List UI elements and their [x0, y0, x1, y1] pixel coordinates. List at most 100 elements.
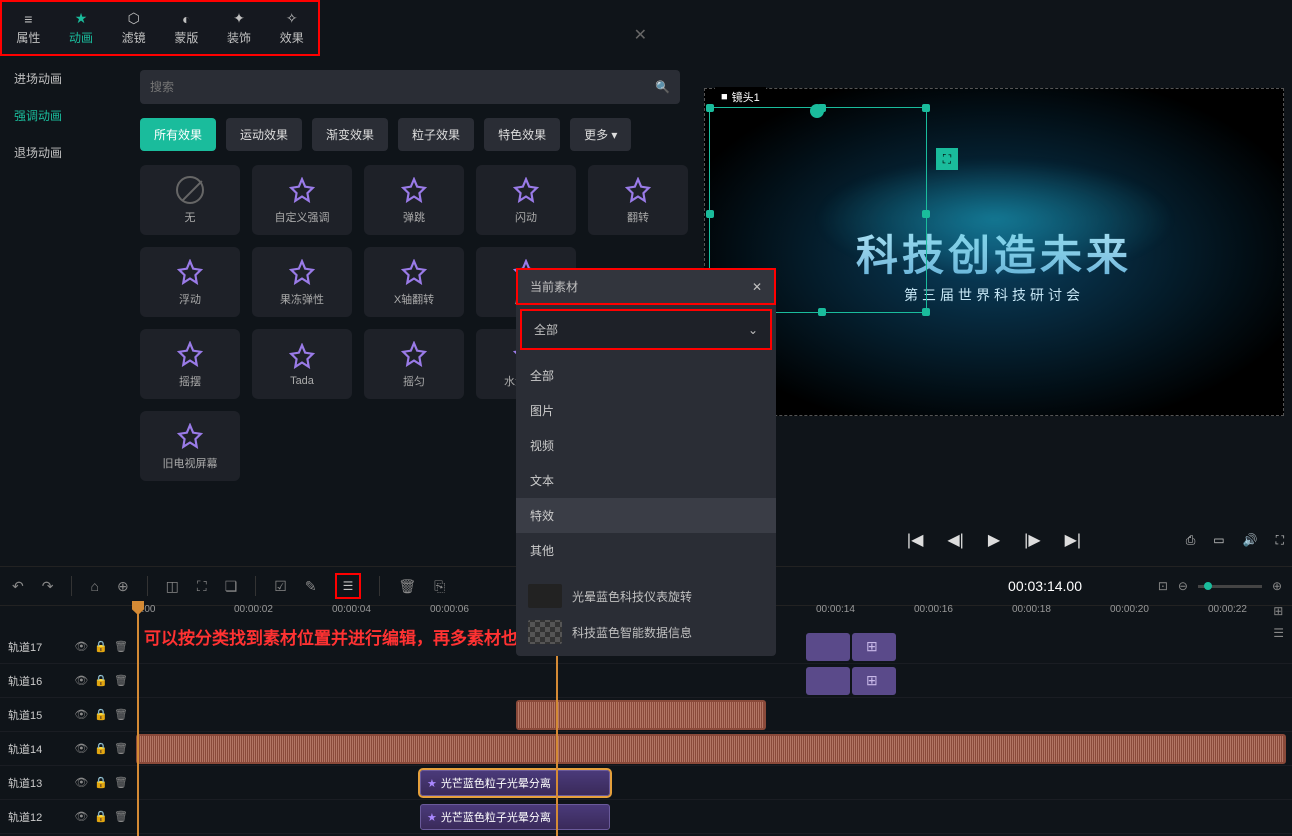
- trash-icon[interactable]: 🗑: [114, 776, 128, 789]
- trash-icon[interactable]: 🗑: [114, 810, 128, 823]
- zoom-out-icon[interactable]: ⊖: [1178, 579, 1188, 593]
- play-icon[interactable]: ▶: [988, 530, 1000, 550]
- result-row[interactable]: 光晕蓝色科技仪表旋转: [516, 578, 776, 614]
- edit-icon[interactable]: ✎: [305, 578, 317, 595]
- effect-item[interactable]: 浮动: [140, 247, 240, 317]
- track-body[interactable]: [136, 698, 1292, 731]
- popup-option[interactable]: 全部: [516, 358, 776, 393]
- popup-option[interactable]: 视频: [516, 428, 776, 463]
- effect-clip[interactable]: ★光芒蓝色粒子光晕分离: [420, 770, 610, 796]
- effect-item[interactable]: Tada: [252, 329, 352, 399]
- cat-exit[interactable]: 退场动画: [0, 134, 140, 171]
- check-icon[interactable]: ☑: [274, 578, 287, 595]
- eye-icon[interactable]: 👁: [74, 742, 88, 755]
- crop-tool-icon[interactable]: ⛶: [197, 578, 207, 595]
- cat-enter[interactable]: 进场动画: [0, 60, 140, 97]
- tab-animation[interactable]: ★动画: [55, 2, 108, 54]
- filter-more[interactable]: 更多 ▾: [570, 118, 631, 151]
- preview-panel[interactable]: ■ 镜头1 科技创造未来 第三届世界科技研讨会 ⛶: [704, 88, 1284, 416]
- eye-icon[interactable]: 👁: [74, 674, 88, 687]
- cat-emphasis[interactable]: 强调动画: [0, 97, 140, 134]
- clip[interactable]: [852, 667, 896, 695]
- clip[interactable]: [806, 667, 850, 695]
- trash-icon[interactable]: 🗑: [114, 708, 128, 721]
- track-body[interactable]: ★光芒蓝色粒子光晕分离: [136, 766, 1292, 799]
- tab-decor[interactable]: ✦装饰: [213, 2, 266, 54]
- effect-item[interactable]: 弹跳: [364, 165, 464, 235]
- skip-start-icon[interactable]: |◀: [907, 530, 923, 550]
- popup-option[interactable]: 文本: [516, 463, 776, 498]
- search-icon[interactable]: 🔍: [655, 80, 670, 94]
- tab-properties[interactable]: ≡属性: [2, 2, 55, 54]
- lock-icon[interactable]: 🔒: [94, 810, 108, 823]
- filter-gradient[interactable]: 渐变效果: [312, 118, 388, 151]
- filter-particle[interactable]: 粒子效果: [398, 118, 474, 151]
- zoom-in-icon[interactable]: ⊕: [1272, 579, 1282, 593]
- trash-icon[interactable]: 🗑: [114, 640, 128, 653]
- effect-item[interactable]: 无: [140, 165, 240, 235]
- volume-icon[interactable]: 🔊: [1243, 533, 1258, 548]
- eye-icon[interactable]: 👁: [74, 776, 88, 789]
- trash-icon[interactable]: 🗑: [114, 742, 128, 755]
- trash-icon[interactable]: 🗑: [114, 674, 128, 687]
- lock-icon[interactable]: 🔒: [94, 708, 108, 721]
- search-input[interactable]: [150, 80, 655, 94]
- popup-option[interactable]: 特效: [516, 498, 776, 533]
- lock-icon[interactable]: 🔒: [94, 674, 108, 687]
- layers-button[interactable]: ☰: [335, 573, 362, 599]
- filter-all[interactable]: 所有效果: [140, 118, 216, 151]
- audio-clip[interactable]: [516, 700, 766, 730]
- close-icon[interactable]: ✕: [752, 280, 762, 294]
- target-icon[interactable]: ⊕: [117, 578, 129, 595]
- effect-item[interactable]: 摇摆: [140, 329, 240, 399]
- lock-icon[interactable]: 🔒: [94, 742, 108, 755]
- effect-item[interactable]: 旧电视屏幕: [140, 411, 240, 481]
- eye-icon[interactable]: 👁: [74, 708, 88, 721]
- eye-icon[interactable]: 👁: [74, 640, 88, 653]
- split-icon[interactable]: ◫: [166, 578, 179, 595]
- track-body[interactable]: ★光芒蓝色粒子光晕分离: [136, 800, 1292, 833]
- track-body[interactable]: [136, 664, 1292, 697]
- popup-option[interactable]: 其他: [516, 533, 776, 568]
- redo-icon[interactable]: ↷: [42, 578, 54, 595]
- capture-icon[interactable]: ⎙: [1186, 533, 1196, 548]
- home-icon[interactable]: ⌂: [90, 578, 98, 594]
- clip[interactable]: [852, 633, 896, 661]
- aspect-icon[interactable]: ▭: [1213, 533, 1224, 548]
- result-row[interactable]: 科技蓝色智能数据信息: [516, 614, 776, 650]
- undo-icon[interactable]: ↶: [12, 578, 24, 595]
- fit-icon[interactable]: ⊡: [1158, 579, 1168, 593]
- tab-mask[interactable]: ◐蒙版: [160, 2, 213, 54]
- effect-item[interactable]: 闪动: [476, 165, 576, 235]
- next-frame-icon[interactable]: |▶: [1024, 530, 1040, 550]
- effect-item[interactable]: X轴翻转: [364, 247, 464, 317]
- lock-icon[interactable]: 🔒: [94, 640, 108, 653]
- delete-icon[interactable]: 🗑: [398, 578, 416, 595]
- popup-select[interactable]: 全部 ⌄: [522, 311, 770, 348]
- clip[interactable]: [806, 633, 850, 661]
- add-track-icon[interactable]: ⊞: [1273, 604, 1284, 618]
- effect-item[interactable]: 自定义强调: [252, 165, 352, 235]
- effect-clip[interactable]: ★光芒蓝色粒子光晕分离: [420, 804, 610, 830]
- lock-icon[interactable]: 🔒: [94, 776, 108, 789]
- zoom-slider[interactable]: [1198, 585, 1262, 588]
- prev-frame-icon[interactable]: ◀|: [947, 530, 963, 550]
- eye-icon[interactable]: 👁: [74, 810, 88, 823]
- group-icon[interactable]: ❏: [225, 578, 238, 595]
- effect-item[interactable]: 摇匀: [364, 329, 464, 399]
- tab-effect[interactable]: ✧效果: [265, 2, 318, 54]
- fullscreen-icon[interactable]: ⛶: [1276, 533, 1284, 548]
- filter-motion[interactable]: 运动效果: [226, 118, 302, 151]
- tab-filter[interactable]: ⬡滤镜: [107, 2, 160, 54]
- effect-item[interactable]: 翻转: [588, 165, 688, 235]
- audio-clip[interactable]: [136, 734, 1286, 764]
- crop-icon[interactable]: ⛶: [936, 148, 958, 170]
- skip-end-icon[interactable]: ▶|: [1065, 530, 1081, 550]
- copy-icon[interactable]: ⎘: [434, 578, 445, 595]
- filter-special[interactable]: 特色效果: [484, 118, 560, 151]
- playhead[interactable]: [137, 604, 139, 836]
- close-panel-icon[interactable]: ✕: [634, 25, 647, 45]
- track-body[interactable]: [136, 732, 1292, 765]
- effect-item[interactable]: 果冻弹性: [252, 247, 352, 317]
- popup-option[interactable]: 图片: [516, 393, 776, 428]
